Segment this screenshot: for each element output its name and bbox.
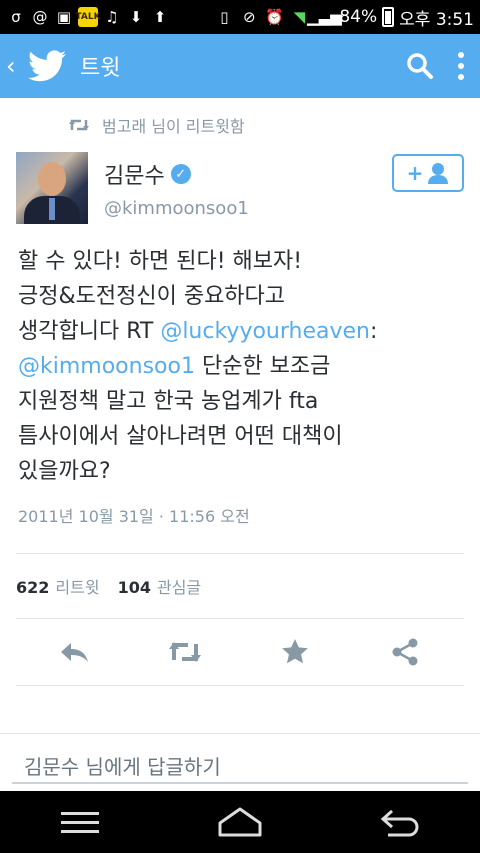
app-bar: ‹ 트윗 <box>0 34 480 98</box>
follow-button[interactable]: + <box>392 154 464 192</box>
share-icon[interactable] <box>385 632 425 672</box>
page-title: 트윗 <box>80 56 121 81</box>
tweet-text-segment: 긍정&도전정신이 중요하다고 <box>18 284 286 309</box>
tweet-text: 할 수 있다! 하면 된다! 해보자! 긍정&도전정신이 중요하다고생각합니다 R… <box>0 228 480 489</box>
retweeted-by-line: 범고래 님이 리트윗함 <box>0 98 480 152</box>
tweet-text-segment: 있을까요? <box>18 459 111 484</box>
retweets-stat[interactable]: 622 리트윗 <box>16 574 100 598</box>
kakao-talk-icon: TALK <box>75 7 101 27</box>
download-icon: ⬇ <box>129 8 143 26</box>
android-nav-bar <box>0 791 480 853</box>
retweeted-by-text: 범고래 님이 리트윗함 <box>102 117 245 136</box>
tweet-text-segment: 생각합니다 RT <box>18 319 161 344</box>
signal-icon: ▁▃▅ <box>307 8 342 26</box>
author-header: 김문수 ✓ @kimmoonsoo1 + <box>0 152 480 228</box>
reply-input[interactable]: 김문수 님에게 답글하기 <box>12 748 468 784</box>
tweet-actions <box>0 619 480 685</box>
tweet-text-segment: : <box>369 319 378 344</box>
divider <box>16 685 464 686</box>
favorites-stat[interactable]: 104 관심글 <box>118 574 202 598</box>
image-icon: ▣ <box>56 8 72 26</box>
more-vertical-icon[interactable] <box>458 52 464 80</box>
mute-icon: ⊘ <box>243 8 256 26</box>
o-icon: σ <box>11 8 21 26</box>
upload-icon: ⬆ <box>153 8 167 26</box>
mention-link[interactable]: @luckyyourheaven <box>160 319 370 344</box>
follow-plus: + <box>406 161 424 185</box>
search-icon[interactable] <box>406 52 434 80</box>
battery-percent: 84% <box>339 7 378 27</box>
avatar[interactable] <box>16 152 88 224</box>
system-indicators: ▯ ⊘ ⏰ ◥ ▁▃▅ 84% 오후 3:51 <box>214 5 474 30</box>
reply-bar: 김문수 님에게 답글하기 <box>0 733 480 791</box>
author-name[interactable]: 김문수 <box>104 158 165 190</box>
twitter-bird-icon[interactable] <box>28 50 66 82</box>
author-handle[interactable]: @kimmoonsoo1 <box>104 198 249 219</box>
at-icon: @ <box>32 8 48 26</box>
notification-icons: σ @ ▣ TALK ♫ ⬇ ⬆ <box>6 7 170 27</box>
mention-link[interactable]: @kimmoonsoo1 <box>18 354 195 379</box>
tweet-timestamp: 2011년 10월 31일 · 11:56 오전 <box>18 507 250 526</box>
tweet-text-segment: 지원정책 말고 한국 농업계가 fta <box>18 389 319 414</box>
battery-icon <box>382 7 395 27</box>
home-icon[interactable] <box>210 802 270 842</box>
retweet-small-icon <box>69 119 89 131</box>
verified-badge-icon: ✓ <box>170 164 191 184</box>
music-icon: ♫ <box>105 8 119 26</box>
favorite-star-icon[interactable] <box>275 632 315 672</box>
phone-icon: ▯ <box>220 8 229 26</box>
tweet-text-segment: 단순한 보조금 <box>194 354 331 379</box>
back-icon[interactable] <box>370 802 430 842</box>
status-bar: σ @ ▣ TALK ♫ ⬇ ⬆ ▯ ⊘ ⏰ ◥ ▁▃▅ 84% 오후 3:51 <box>0 0 480 34</box>
menu-icon[interactable] <box>50 802 110 842</box>
chevron-left-icon[interactable]: ‹ <box>0 52 24 80</box>
retweet-icon[interactable] <box>165 632 205 672</box>
reply-icon[interactable] <box>55 632 95 672</box>
tweet-text-segment: 틈사이에서 살아나려면 어떤 대책이 <box>18 424 343 449</box>
clock: 오후 3:51 <box>399 9 474 30</box>
tweet-text-segment: 할 수 있다! 하면 된다! 해보자! <box>18 249 303 274</box>
person-icon <box>428 163 449 184</box>
tweet-stats: 622 리트윗 104 관심글 <box>0 554 480 618</box>
tweet-detail: 범고래 님이 리트윗함 김문수 ✓ @kimmoonsoo1 + 할 수 있다!… <box>0 98 480 686</box>
alarm-icon: ⏰ <box>265 8 284 26</box>
